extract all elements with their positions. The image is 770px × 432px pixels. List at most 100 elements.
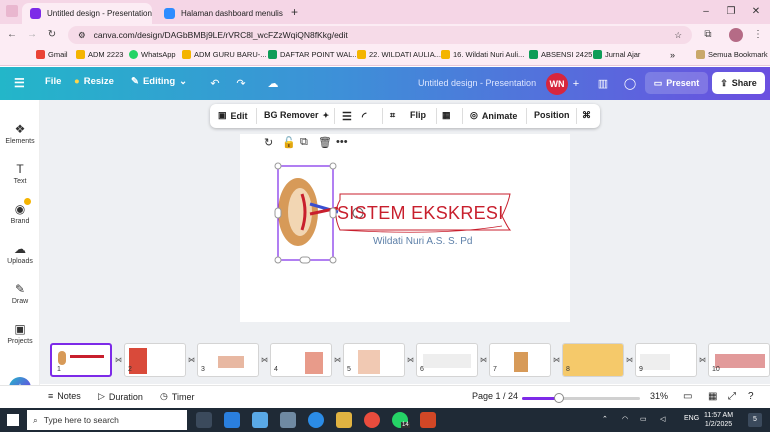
tray-overflow-icon[interactable]: ⌃	[602, 415, 608, 423]
corner-rounding-icon[interactable]: ◜	[362, 110, 366, 123]
notifications-icon[interactable]: 5	[748, 413, 762, 427]
taskbar-search-input[interactable]: ⌕ Type here to search	[27, 410, 187, 430]
task-view-icon[interactable]	[196, 412, 212, 428]
edge-icon[interactable]	[308, 412, 324, 428]
transition-icon[interactable]: ⋈	[115, 356, 122, 364]
powerpoint-icon[interactable]	[420, 412, 436, 428]
timer-button[interactable]: ◷ Timer	[160, 391, 195, 402]
back-icon[interactable]: ←	[4, 27, 20, 43]
page-thumbnail[interactable]	[197, 343, 259, 377]
page-thumbnail[interactable]	[562, 343, 624, 377]
wifi-icon[interactable]: ◠	[622, 415, 628, 423]
bookmark-wildati-nuri[interactable]: 16. Wildati Nuri Auli...	[441, 50, 524, 59]
transition-icon[interactable]: ⋈	[188, 356, 195, 364]
page-thumbnail[interactable]	[489, 343, 551, 377]
transition-icon[interactable]: ⋈	[261, 356, 268, 364]
sidebar-item-brand[interactable]: ◉ Brand	[0, 202, 40, 225]
zoom-slider-handle[interactable]	[553, 393, 564, 403]
transition-icon[interactable]: ⋈	[553, 356, 560, 364]
help-icon[interactable]: ?	[748, 391, 754, 402]
bookmark-star-icon[interactable]: ☆	[674, 30, 682, 41]
copy-style-icon[interactable]: ⌘	[582, 110, 591, 121]
tab-canva-presentation[interactable]: Untitled design - Presentation ✕	[22, 3, 152, 24]
page-thumbnail[interactable]	[343, 343, 405, 377]
tab-halaman-dashboard[interactable]: Halaman dashboard menulis ✕	[156, 3, 284, 24]
bookmark-adm-2223[interactable]: ADM 2223	[76, 50, 123, 59]
battery-icon[interactable]: ▭	[640, 415, 647, 423]
add-collaborator-icon[interactable]: +	[567, 75, 585, 93]
store-icon[interactable]	[252, 412, 268, 428]
transparency-icon[interactable]: ▦	[442, 110, 451, 121]
animate-button[interactable]: ◎ Animate	[470, 110, 517, 121]
bookmark-jurnal-ajar[interactable]: Jurnal Ajar	[593, 50, 640, 59]
zoom-slider[interactable]	[522, 393, 640, 403]
undo-icon[interactable]: ↶	[206, 75, 224, 93]
profile-avatar[interactable]	[729, 28, 743, 42]
reload-icon[interactable]: ↻	[44, 27, 60, 43]
language-indicator[interactable]: ENG	[684, 415, 699, 422]
duration-button[interactable]: ▷ Duration	[98, 391, 143, 402]
document-title[interactable]: Untitled design - Presentation	[418, 78, 536, 88]
sidebar-item-draw[interactable]: ✎ Draw	[0, 282, 40, 305]
sidebar-item-text[interactable]: T Text	[0, 162, 40, 185]
all-bookmarks-button[interactable]: Semua Bookmark	[696, 50, 768, 59]
resize-button[interactable]: ● Resize	[74, 76, 114, 87]
duplicate-icon[interactable]: ⧉	[300, 136, 308, 149]
transition-icon[interactable]: ⋈	[407, 356, 414, 364]
transition-icon[interactable]: ⋈	[626, 356, 633, 364]
more-bookmarks-button[interactable]: »	[670, 50, 675, 60]
chrome-icon[interactable]	[364, 412, 380, 428]
maximize-button[interactable]: ❐	[721, 4, 741, 20]
page-thumbnail[interactable]	[635, 343, 697, 377]
bg-remover-button[interactable]: BG Remover ✦	[264, 110, 329, 120]
flip-button[interactable]: Flip	[410, 110, 426, 120]
sidebar-item-elements[interactable]: ❖ Elements	[0, 122, 40, 145]
address-bar[interactable]: ⚙ canva.com/design/DAGbBMBj9LE/rVRC8l_wc…	[68, 26, 692, 44]
bookmark-daftar-point[interactable]: DAFTAR POINT WAL...	[268, 50, 359, 59]
zoom-level[interactable]: 31%	[650, 391, 668, 401]
redo-icon[interactable]: ↷	[232, 75, 250, 93]
share-button[interactable]: ⇪ Share	[712, 72, 765, 94]
new-tab-button[interactable]: +	[291, 5, 298, 19]
forward-icon[interactable]: →	[24, 27, 40, 43]
page-thumbnail[interactable]	[416, 343, 478, 377]
close-window-button[interactable]: ✕	[746, 4, 766, 20]
page-thumbnail[interactable]	[270, 343, 332, 377]
edit-image-button[interactable]: ▣ Edit	[218, 110, 248, 121]
sidebar-item-projects[interactable]: ▣ Projects	[0, 322, 40, 345]
rotate-icon[interactable]: ↻	[264, 136, 273, 149]
notes-button[interactable]: ≡ Notes	[48, 391, 81, 401]
editing-mode-dropdown[interactable]: ✎ Editing ⌄	[131, 76, 187, 87]
slide-subtitle[interactable]: Wildati Nuri A.S. S. Pd	[373, 236, 472, 247]
transition-icon[interactable]: ⋈	[480, 356, 487, 364]
page-thumbnail[interactable]	[124, 343, 186, 377]
bookmark-whatsapp[interactable]: WhatsApp	[129, 50, 176, 59]
insights-icon[interactable]: ▥	[594, 75, 612, 93]
border-style-icon[interactable]: ☰	[342, 110, 352, 123]
transition-icon[interactable]: ⋈	[334, 356, 341, 364]
delete-icon[interactable]: 🗑	[318, 136, 332, 149]
tab-search-icon[interactable]	[6, 5, 18, 17]
system-clock[interactable]: 11:57 AM 1/2/2025	[704, 411, 733, 429]
user-avatar[interactable]: WN	[546, 73, 568, 95]
slide-page[interactable]	[240, 134, 570, 322]
file-menu-button[interactable]: File	[45, 76, 61, 87]
site-info-icon[interactable]: ⚙	[78, 30, 86, 41]
comments-icon[interactable]: ◯	[621, 75, 639, 93]
bookmark-gmail[interactable]: Gmail	[36, 50, 68, 59]
crop-icon[interactable]: ⌗	[390, 110, 395, 121]
lock-icon[interactable]: 🔓	[282, 136, 296, 149]
extensions-icon[interactable]: ⧉	[700, 27, 716, 43]
file-explorer-icon[interactable]	[336, 412, 352, 428]
chrome-menu-icon[interactable]: ⋮	[750, 27, 766, 43]
more-options-icon[interactable]: •••	[336, 136, 348, 148]
present-button[interactable]: ▭ Present	[645, 72, 708, 94]
minimize-button[interactable]: –	[696, 4, 716, 20]
bookmark-absensi[interactable]: ABSENSI 2425	[529, 50, 592, 59]
grid-view-icon[interactable]: ▦	[708, 391, 717, 402]
cloud-app-icon[interactable]	[280, 412, 296, 428]
main-menu-icon[interactable]: ☰	[14, 76, 25, 90]
volume-icon[interactable]: ◁	[660, 415, 665, 423]
slide-title[interactable]: SISTEM EKSKRESI	[337, 203, 504, 224]
position-button[interactable]: Position	[534, 110, 570, 120]
